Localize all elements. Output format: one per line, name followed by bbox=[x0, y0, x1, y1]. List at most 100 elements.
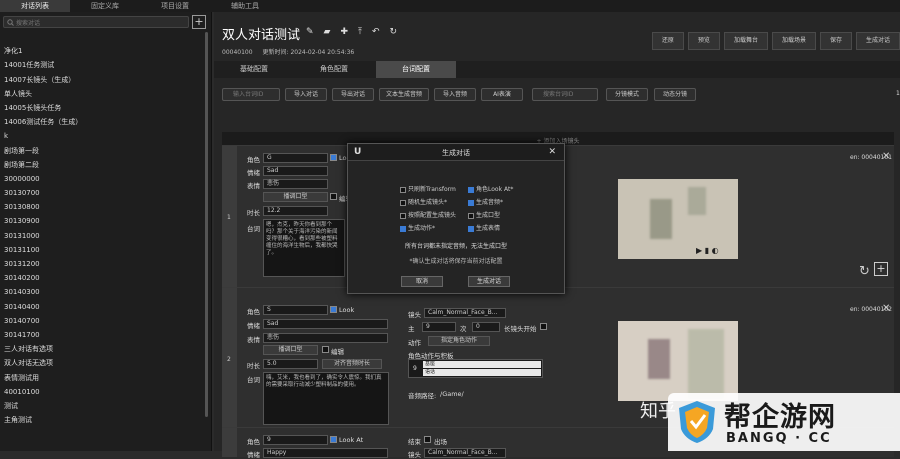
edit-icon[interactable]: ✎ bbox=[306, 27, 314, 37]
tab-line-config[interactable]: 台词配置 bbox=[376, 61, 456, 78]
option-mouth-shape[interactable]: 生成口型 bbox=[468, 210, 500, 219]
list-item[interactable] bbox=[0, 30, 205, 44]
tab-dialog-list[interactable]: 对话列表 bbox=[0, 0, 70, 12]
option-refresh-transform[interactable]: 只刷新Transform bbox=[400, 184, 456, 193]
option-look-at[interactable]: 角色Look At* bbox=[468, 184, 513, 193]
mood-select[interactable]: Happy bbox=[263, 448, 388, 458]
list-item[interactable]: 14001任务测试 bbox=[0, 58, 205, 72]
list-item[interactable]: 30140400 bbox=[0, 300, 205, 314]
list-item[interactable]: 40010100 bbox=[0, 385, 205, 399]
close-icon[interactable]: ✕ bbox=[548, 147, 556, 157]
refresh-icon[interactable]: ↻ bbox=[390, 27, 398, 37]
list-item[interactable]: 表情测试用 bbox=[0, 371, 205, 385]
close-icon[interactable]: ✕ bbox=[882, 303, 890, 314]
play-icon[interactable]: ▶ ▮ ◐ bbox=[696, 246, 719, 255]
role-select[interactable]: G bbox=[263, 153, 328, 163]
storyboard-mode-button[interactable]: 分镜模式 bbox=[606, 88, 648, 101]
checkbox[interactable] bbox=[400, 199, 406, 206]
checkbox[interactable] bbox=[468, 212, 474, 219]
list-item[interactable]: 30000000 bbox=[0, 172, 205, 186]
generate-dialog-button[interactable]: 生成对话 bbox=[855, 32, 900, 50]
long-shot-checkbox[interactable] bbox=[540, 323, 547, 330]
tab-role-config[interactable]: 角色配置 bbox=[294, 61, 374, 78]
look-at-checkbox[interactable] bbox=[330, 306, 337, 313]
list-item[interactable]: 14006测试任务（生成） bbox=[0, 115, 205, 129]
duration-input[interactable]: 5.0 bbox=[263, 359, 318, 369]
motion-item-2[interactable]: 语话 bbox=[423, 369, 541, 376]
checkbox[interactable] bbox=[400, 225, 406, 232]
main-select[interactable]: 9 bbox=[422, 322, 456, 332]
list-item[interactable]: 30141700 bbox=[0, 328, 205, 342]
ai-perform-button[interactable]: AI表演 bbox=[481, 88, 523, 101]
tab-project-settings[interactable]: 项目设置 bbox=[140, 0, 210, 12]
look-at-checkbox[interactable] bbox=[330, 154, 337, 161]
checkbox[interactable] bbox=[468, 225, 474, 232]
motion-item-1[interactable]: 基座 bbox=[423, 361, 541, 368]
sidebar-scrollbar[interactable] bbox=[205, 32, 208, 417]
list-item[interactable]: 单人镜头 bbox=[0, 87, 205, 101]
option-generate-expression[interactable]: 生成表情 bbox=[468, 223, 500, 232]
mood-select[interactable]: Sad bbox=[263, 166, 328, 176]
list-item[interactable]: 测试 bbox=[0, 399, 205, 413]
list-item[interactable]: 三人对话有选项 bbox=[0, 342, 205, 356]
export-dialog-button[interactable]: 导出对话 bbox=[332, 88, 374, 101]
line-id-search-2[interactable]: 搜索台词ID bbox=[532, 88, 598, 101]
duration-input[interactable]: 12.2 bbox=[263, 206, 328, 216]
refresh-icon[interactable]: ↻ bbox=[859, 264, 870, 279]
undo-icon[interactable]: ↶ bbox=[372, 27, 380, 37]
line-textarea[interactable]: 嗯，杰克，昨天你看到那个吗？那个关于海洋污染的新闻变得很糟心，看到那些被塑料缠住… bbox=[263, 219, 345, 277]
line-textarea[interactable]: 嗨，艾米，我也看到了，确实令人震惊。我们真的需要采取行动减少塑料制品的使用。 bbox=[263, 372, 389, 425]
look-at-checkbox[interactable] bbox=[330, 436, 337, 443]
list-item[interactable]: 30140300 bbox=[0, 285, 205, 299]
option-random-camera[interactable]: 随机生成镜头* bbox=[400, 197, 447, 206]
checkbox[interactable] bbox=[400, 212, 406, 219]
camera-select[interactable]: Calm_Normal_Face_B... bbox=[424, 308, 506, 318]
list-item[interactable]: 30130900 bbox=[0, 214, 205, 228]
list-item[interactable]: 净化1 bbox=[0, 44, 205, 58]
role-select[interactable]: 9 bbox=[263, 435, 328, 445]
cancel-button[interactable]: 取消 bbox=[401, 276, 443, 287]
list-item[interactable]: 30130800 bbox=[0, 200, 205, 214]
list-item[interactable]: 30140700 bbox=[0, 314, 205, 328]
add-icon[interactable]: + bbox=[874, 262, 888, 276]
list-item[interactable]: 30131100 bbox=[0, 243, 205, 257]
import-dialog-button[interactable]: 导入对话 bbox=[285, 88, 327, 101]
align-audio-button[interactable]: 对齐音频时长 bbox=[322, 359, 382, 369]
tts-button[interactable]: 文本生成音频 bbox=[379, 88, 429, 101]
checkbox[interactable] bbox=[468, 199, 474, 206]
list-item[interactable]: 剧场第二段 bbox=[0, 158, 205, 172]
assign-action-button[interactable]: 指定角色动作 bbox=[428, 336, 490, 346]
upload-icon[interactable]: ⤒ bbox=[358, 27, 362, 37]
tab-library[interactable]: 固定义库 bbox=[70, 0, 140, 12]
add-dialog-button[interactable]: + bbox=[192, 15, 206, 29]
dynamic-storyboard-button[interactable]: 动态分镜 bbox=[654, 88, 696, 101]
list-item[interactable]: 14005长镜头任务 bbox=[0, 101, 205, 115]
edit-checkbox[interactable] bbox=[322, 346, 329, 353]
camera-select[interactable]: Calm_Normal_Face_B... bbox=[424, 448, 506, 458]
mouth-shape-button[interactable]: 播调口型 bbox=[263, 345, 318, 355]
mood-select[interactable]: Sad bbox=[263, 319, 388, 329]
list-item[interactable]: 主角测试 bbox=[0, 413, 205, 427]
option-generate-audio[interactable]: 生成音频* bbox=[468, 197, 503, 206]
motion-list[interactable]: 9 基座 语话 bbox=[408, 359, 543, 378]
expression-select[interactable]: 悲伤 bbox=[263, 333, 388, 343]
preview-button[interactable]: 预览 bbox=[687, 32, 720, 50]
tab-basic-config[interactable]: 基础配置 bbox=[214, 61, 294, 78]
list-item[interactable]: 双人对话无选项 bbox=[0, 356, 205, 370]
option-config-camera[interactable]: 按照配置生成镜头 bbox=[400, 210, 456, 219]
list-item[interactable]: 30130700 bbox=[0, 186, 205, 200]
list-item[interactable]: k bbox=[0, 129, 205, 143]
folder-icon[interactable]: ▰ bbox=[324, 27, 331, 37]
exit-checkbox[interactable] bbox=[424, 436, 431, 443]
line-id-search[interactable]: 输入台词ID bbox=[222, 88, 280, 101]
close-icon[interactable]: ✕ bbox=[882, 151, 890, 162]
checkbox[interactable] bbox=[400, 186, 406, 193]
list-item[interactable]: 30131200 bbox=[0, 257, 205, 271]
option-generate-action[interactable]: 生成动作* bbox=[400, 223, 435, 232]
checkbox[interactable] bbox=[468, 186, 474, 193]
role-select[interactable]: S bbox=[263, 305, 328, 315]
mouth-shape-button[interactable]: 播调口型 bbox=[263, 192, 328, 202]
list-item[interactable]: 14007长镜头（生成） bbox=[0, 73, 205, 87]
add-icon[interactable]: ✚ bbox=[340, 27, 348, 37]
list-item[interactable]: 剧场第一段 bbox=[0, 144, 205, 158]
